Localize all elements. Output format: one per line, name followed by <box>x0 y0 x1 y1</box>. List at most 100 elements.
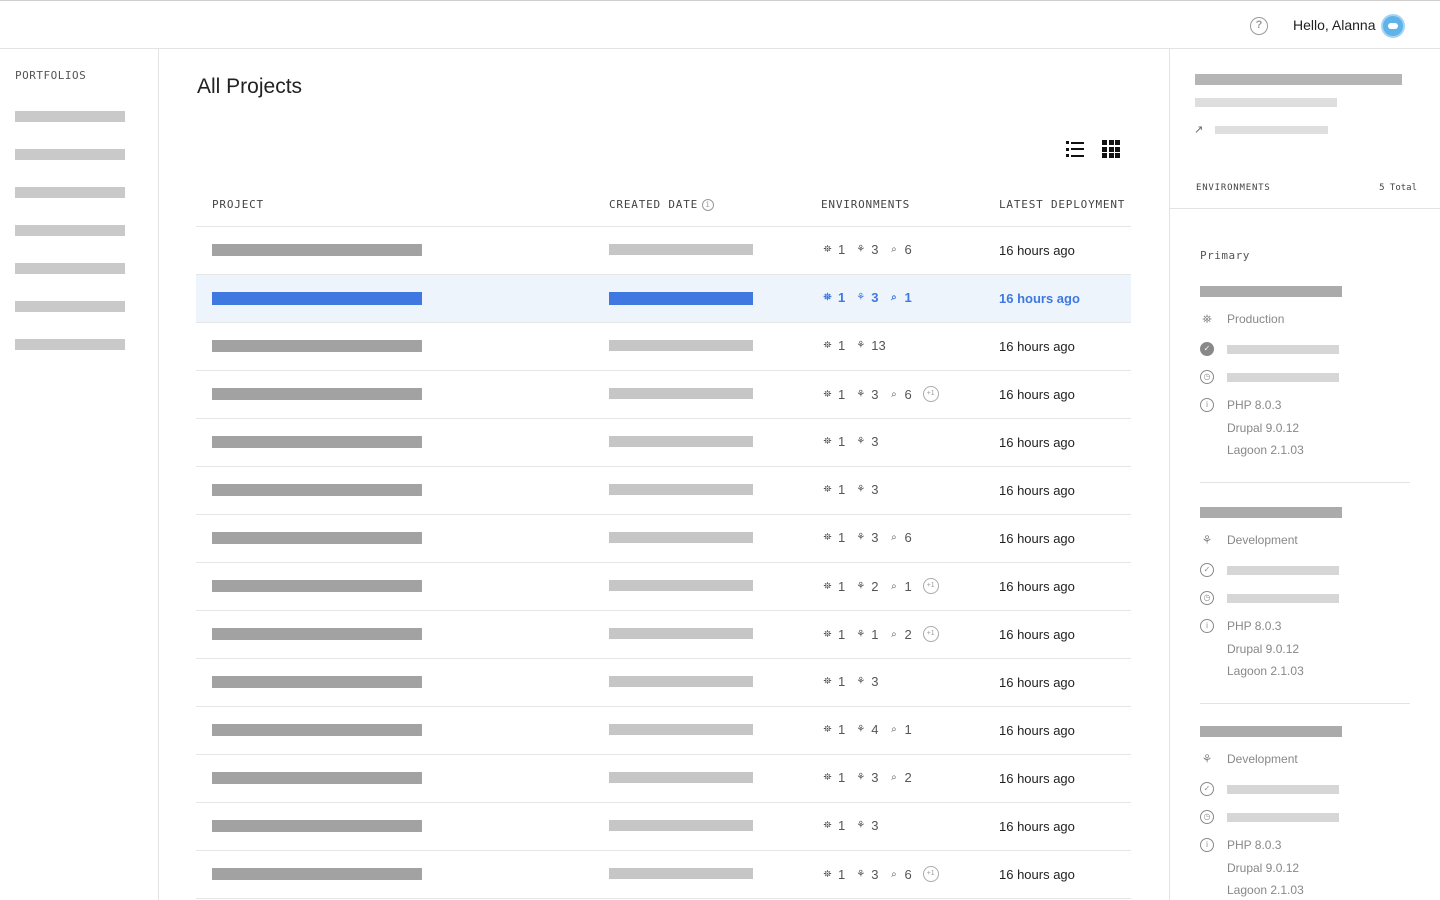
help-icon[interactable]: ? <box>1250 17 1268 35</box>
table-row[interactable]: ⛯ 1 ⚘ 3 16 hours ago <box>196 659 1131 707</box>
sidebar-item-placeholder[interactable] <box>15 339 125 350</box>
user-greeting[interactable]: Hello, Alanna <box>1293 17 1376 33</box>
project-link-placeholder[interactable] <box>1215 126 1328 134</box>
more-environments-badge[interactable]: +1 <box>922 386 939 402</box>
table-row[interactable]: ⛯ 1 ⚘ 3 16 hours ago <box>196 419 1131 467</box>
development-icon: ⚘ <box>856 340 866 351</box>
environment-count: ⚘ 3 <box>854 674 878 689</box>
table-row[interactable]: ⛯ 1 ⚘ 4 ⌕ 1 16 hours ago <box>196 707 1131 755</box>
project-name-placeholder[interactable] <box>212 724 422 736</box>
feature-icon: ⌕ <box>891 724 897 735</box>
environments-cell: ⛯ 1 ⚘ 3 <box>821 434 887 449</box>
deploy-status-placeholder <box>1227 784 1339 794</box>
environment-count-value: 1 <box>904 290 912 305</box>
development-icon: ⚘ <box>856 868 866 880</box>
latest-deployment: 16 hours ago <box>999 723 1075 738</box>
environment-count-value: 1 <box>838 770 846 785</box>
sidebar-item-placeholder[interactable] <box>15 263 125 274</box>
table-row[interactable]: ⛯ 1 ⚘ 3 ⌕ 6 +1 16 hours ago <box>196 851 1131 899</box>
column-header-project[interactable]: PROJECT <box>212 198 264 211</box>
development-icon: ⚘ <box>856 292 866 303</box>
development-icon: ⚘ <box>856 532 866 543</box>
sidebar-item-placeholder[interactable] <box>15 225 125 236</box>
project-name-placeholder[interactable] <box>212 868 422 880</box>
environment-count: ⚘ 3 <box>854 818 878 833</box>
deploy-time: ◷ <box>1200 810 1339 824</box>
development-icon: ⚘ <box>856 772 866 783</box>
project-name-placeholder[interactable] <box>212 292 422 305</box>
sidebar-item-placeholder[interactable] <box>15 301 125 312</box>
environment-type: ⚘ Development <box>1200 533 1298 547</box>
environment-count: ⛯ 1 <box>821 434 846 449</box>
project-subtitle-placeholder <box>1195 98 1337 107</box>
environment-count-value: 2 <box>871 578 879 594</box>
table-row[interactable]: ⛯ 1 ⚘ 3 ⌕ 6 16 hours ago <box>196 515 1131 563</box>
feature-icon: ⌕ <box>891 244 897 255</box>
environment-count-value: 3 <box>871 674 879 689</box>
latest-deployment: 16 hours ago <box>999 771 1075 786</box>
project-name-placeholder[interactable] <box>212 580 422 592</box>
avatar[interactable] <box>1381 14 1405 38</box>
project-name-placeholder[interactable] <box>212 340 422 352</box>
table-row[interactable]: ⛯ 1 ⚘ 13 16 hours ago <box>196 323 1131 371</box>
environments-cell: ⛯ 1 ⚘ 4 ⌕ 1 <box>821 722 921 737</box>
table-row[interactable]: ⛯ 1 ⚘ 3 ⌕ 6 16 hours ago <box>196 227 1131 275</box>
sidebar-item-placeholder[interactable] <box>15 111 125 122</box>
info-icon: i <box>1200 398 1214 412</box>
created-date-placeholder <box>609 772 753 783</box>
project-name-placeholder[interactable] <box>212 436 422 448</box>
environments-cell: ⛯ 1 ⚘ 3 ⌕ 2 <box>821 770 921 785</box>
lagoon-version: Lagoon 2.1.03 <box>1227 883 1304 897</box>
table-row[interactable]: ⛯ 1 ⚘ 3 16 hours ago <box>196 803 1131 851</box>
project-name-placeholder[interactable] <box>212 388 422 400</box>
project-name-placeholder[interactable] <box>212 484 422 496</box>
environment-name-placeholder <box>1200 507 1342 518</box>
environment-count-value: 1 <box>838 722 846 737</box>
list-view-icon[interactable] <box>1066 140 1084 158</box>
environment-count-value: 6 <box>904 866 912 882</box>
project-name-placeholder[interactable] <box>212 628 422 640</box>
environment-count-value: 1 <box>904 722 912 737</box>
external-link-icon[interactable]: ↗ <box>1194 123 1206 136</box>
table-row[interactable]: ⛯ 1 ⚘ 3 ⌕ 1 16 hours ago <box>196 275 1131 323</box>
environment-count: ⚘ 4 <box>854 722 878 737</box>
table-row[interactable]: ⛯ 1 ⚘ 3 ⌕ 2 16 hours ago <box>196 755 1131 803</box>
clock-icon: ◷ <box>1200 370 1214 384</box>
environment-count-value: 1 <box>838 626 846 642</box>
sidebar-item-placeholder[interactable] <box>15 149 125 160</box>
environment-count-value: 6 <box>904 530 912 545</box>
latest-deployment: 16 hours ago <box>999 627 1075 642</box>
info-icon[interactable]: i <box>702 199 715 211</box>
lagoon-version: Lagoon 2.1.03 <box>1227 443 1304 457</box>
project-name-placeholder[interactable] <box>212 820 422 832</box>
table-row[interactable]: ⛯ 1 ⚘ 3 ⌕ 6 +1 16 hours ago <box>196 371 1131 419</box>
sidebar-item-placeholder[interactable] <box>15 187 125 198</box>
project-name-placeholder[interactable] <box>212 772 422 784</box>
table-row[interactable]: ⛯ 1 ⚘ 1 ⌕ 2 +1 16 hours ago <box>196 611 1131 659</box>
created-date-placeholder <box>609 388 753 399</box>
column-header-created[interactable]: CREATED DATE i <box>609 198 715 211</box>
more-environments-badge[interactable]: +1 <box>922 866 939 882</box>
column-header-environments[interactable]: ENVIRONMENTS <box>821 198 910 211</box>
development-icon: ⚘ <box>856 436 866 447</box>
production-icon: ⛯ <box>823 532 832 543</box>
environment-count-value: 6 <box>904 242 912 257</box>
environment-count: ⛯ 1 <box>821 867 846 882</box>
table-row[interactable]: ⛯ 1 ⚘ 2 ⌕ 1 +1 16 hours ago <box>196 563 1131 611</box>
project-name-placeholder[interactable] <box>212 244 422 256</box>
more-environments-badge[interactable]: +1 <box>922 578 939 594</box>
production-icon: ⛯ <box>823 724 832 735</box>
project-name-placeholder[interactable] <box>212 532 422 544</box>
environment-count: ⛯ 1 <box>821 626 846 642</box>
project-name-placeholder[interactable] <box>212 676 422 688</box>
column-header-latest[interactable]: LATEST DEPLOYMENT <box>999 198 1125 211</box>
environment-count-value: 3 <box>871 482 879 497</box>
grid-view-icon[interactable] <box>1102 140 1120 158</box>
feature-icon: ⌕ <box>891 292 897 303</box>
environment-count: ⌕ 6 <box>887 530 912 545</box>
environment-count: ⛯ 1 <box>821 674 846 689</box>
portfolio-sidebar: PORTFOLIOS <box>0 49 159 900</box>
table-row[interactable]: ⛯ 1 ⚘ 3 16 hours ago <box>196 467 1131 515</box>
created-date-placeholder <box>609 820 753 831</box>
more-environments-badge[interactable]: +1 <box>922 626 939 642</box>
